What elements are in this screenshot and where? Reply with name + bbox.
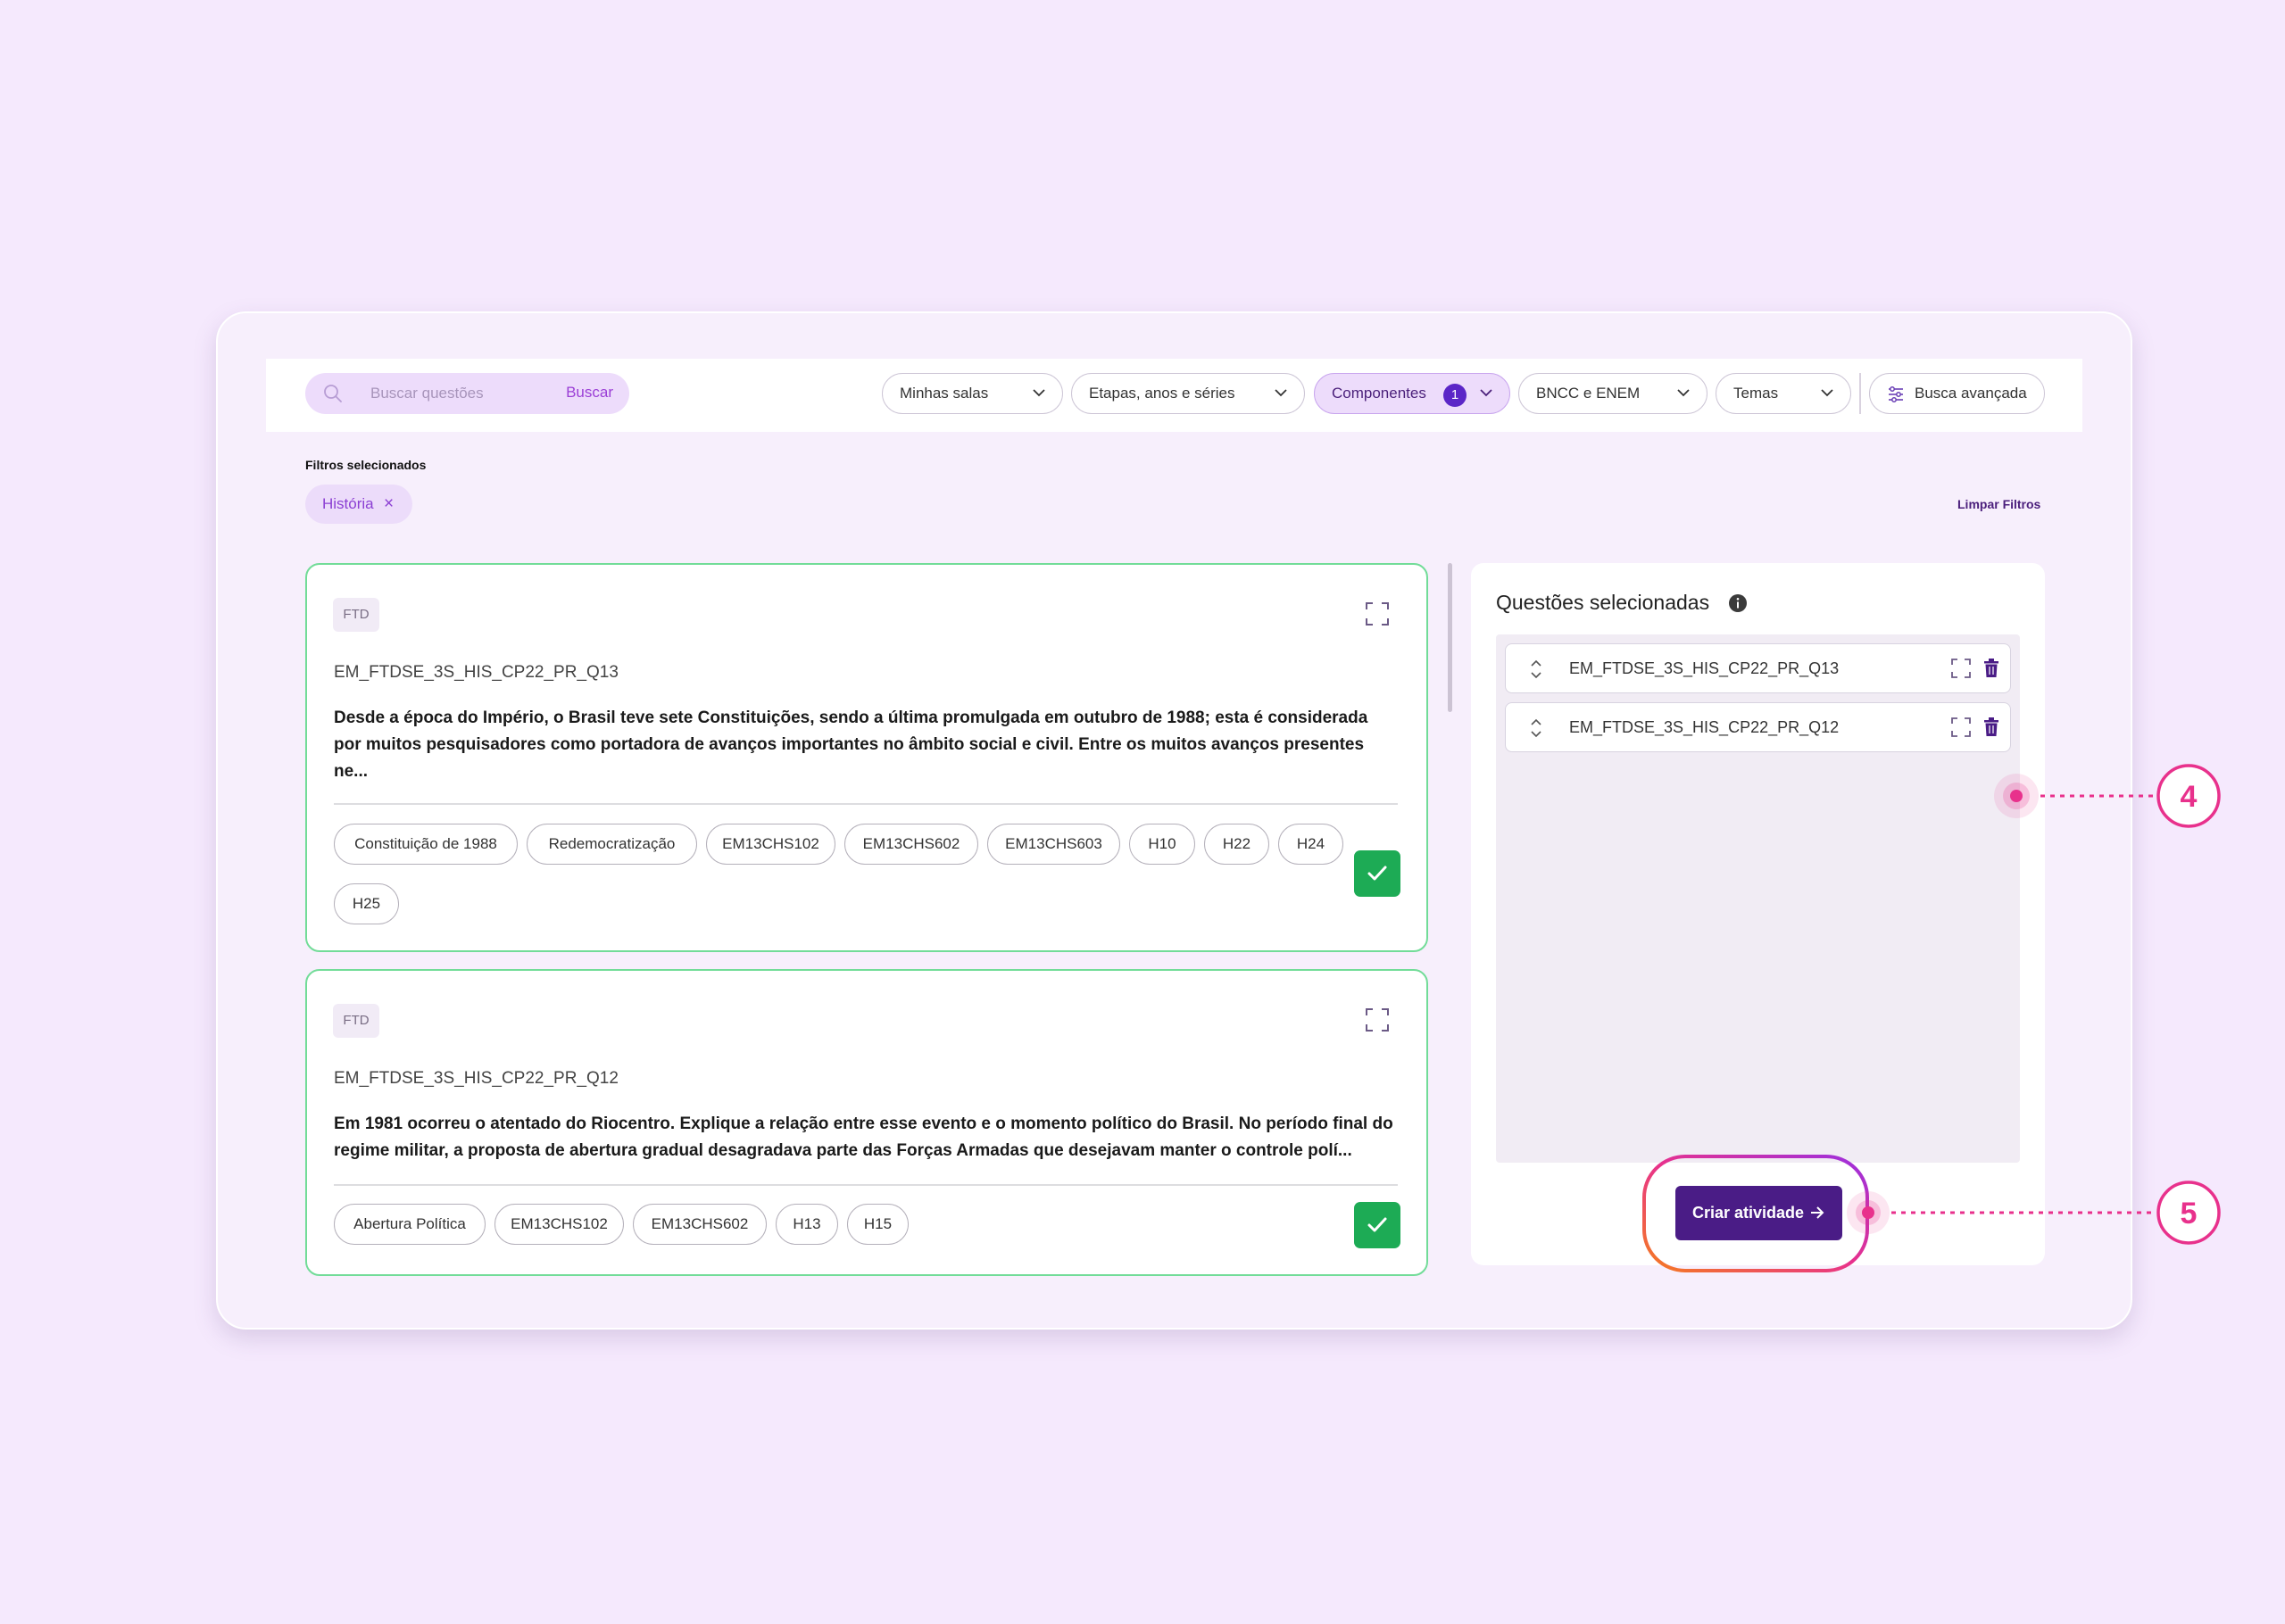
callout-5-pointer bbox=[1847, 1191, 2155, 1234]
callout-4-pointer bbox=[1994, 774, 2155, 818]
callout-5-number: 5 bbox=[2181, 1197, 2198, 1230]
callout-4-number: 4 bbox=[2181, 780, 2198, 814]
highlight-ring bbox=[1642, 1155, 1869, 1272]
annotation-overlay: 4 5 bbox=[1642, 764, 2221, 1272]
